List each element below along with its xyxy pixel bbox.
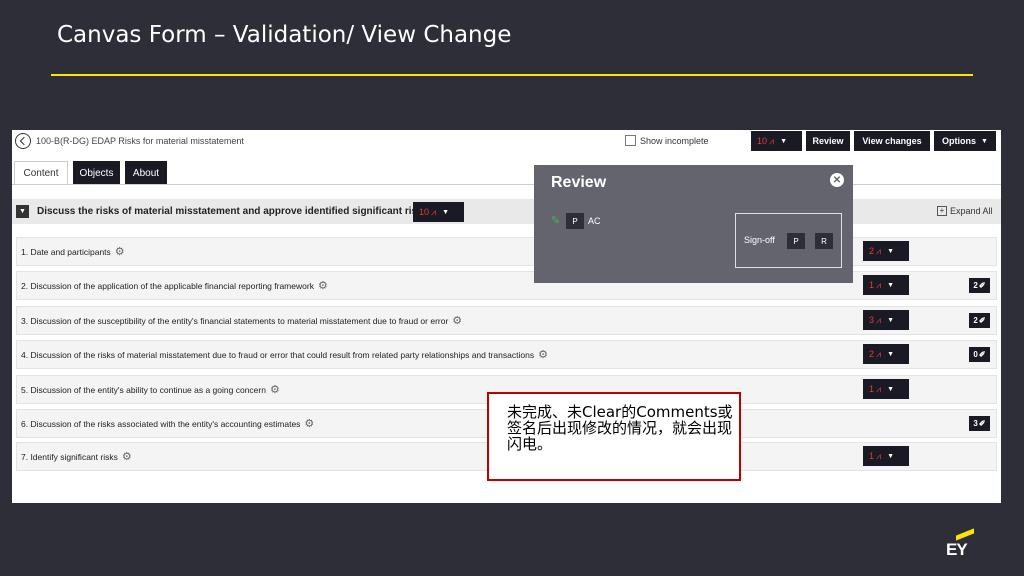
close-icon[interactable]: ✕ [830,173,844,187]
tab-about[interactable]: About [125,161,167,185]
item-validation-counter[interactable]: 1 ⩘ ▼ [863,379,909,399]
logo-text: EY [946,540,968,559]
counter-value: 2 [869,349,875,359]
item-label: 2. Discussion of the application of the … [21,281,314,291]
back-icon[interactable] [15,133,31,149]
gear-icon[interactable]: ⚙ [318,281,328,292]
signoff-preparer-button[interactable]: P [787,233,805,249]
show-incomplete-label: Show incomplete [640,135,709,146]
edit-icon: ✐ [978,350,986,359]
review-panel-title: Review [551,174,607,191]
expand-all-button[interactable]: + Expand All [937,206,993,216]
comment-count: 3 [973,419,978,428]
lightning-icon: ⩘ [876,450,882,461]
ey-logo: EY [946,528,976,560]
item-validation-counter[interactable]: 1 ⩘ ▼ [863,275,909,295]
edit-icon: ✐ [978,281,986,290]
counter-value: 1 [869,384,875,394]
counter-value: 3 [869,315,875,325]
edit-icon: ✐ [978,419,986,428]
tab-objects[interactable]: Objects [73,161,120,185]
chevron-down-icon: ▼ [442,208,450,216]
counter-value: 1 [869,280,875,290]
gear-icon[interactable]: ⚙ [538,350,548,361]
item-validation-counter[interactable]: 2 ⩘ ▼ [863,241,909,261]
item-label: 4. Discussion of the risks of material m… [21,350,535,360]
expand-all-label: Expand All [950,206,993,216]
counter-value: 1 [869,451,875,461]
gear-icon[interactable]: ⚙ [115,247,125,258]
review-button[interactable]: Review [806,131,850,151]
document-title: 100-B(R-DG) EDAP Risks for material miss… [36,136,244,146]
lightning-icon: ⩘ [876,245,882,256]
chevron-down-icon: ▼ [981,137,988,145]
annotation-text: 未完成、未Clear的Comments或签名后出现修改的情况，就会出现闪电。 [507,403,733,453]
lightning-icon: ⩘ [876,314,882,325]
plus-icon: + [937,206,947,216]
chevron-down-icon: ▼ [887,247,895,255]
top-toolbar: 100-B(R-DG) EDAP Risks for material miss… [12,130,1001,154]
comment-count-badge[interactable]: 0 ✐ [969,347,990,362]
item-label: 7. Identify significant risks [21,452,118,462]
signoff-reviewer-button[interactable]: R [815,233,833,249]
comment-count: 2 [973,281,978,290]
chevron-down-icon: ▼ [887,350,895,358]
comment-count-badge[interactable]: 3 ✐ [969,416,990,431]
collapse-icon[interactable]: ▼ [16,205,29,218]
chevron-down-icon: ▼ [887,281,895,289]
lightning-icon: ⩘ [876,383,882,394]
section-title: Discuss the risks of material misstateme… [37,206,429,217]
item-validation-counter[interactable]: 1 ⩘ ▼ [863,446,909,466]
comment-count: 2 [973,316,978,325]
lightning-icon: ⩘ [876,348,882,359]
item-label: 1. Date and participants [21,247,111,257]
signoff-box: Sign-off P R [735,213,842,268]
lightning-icon: ⩘ [431,206,437,217]
leaf-icon: ✎ [551,215,561,227]
slide-title: Canvas Form – Validation/ View Change [57,22,512,48]
item-validation-counter[interactable]: 3 ⩘ ▼ [863,310,909,330]
item-label: 3. Discussion of the susceptibility of t… [21,316,449,326]
edit-icon: ✐ [978,316,986,325]
counter-value: 10 [419,207,430,217]
options-label: Options [942,136,977,146]
counter-value: 10 [757,136,768,146]
review-panel: Review ✕ ✎ P AC Sign-off P R [534,165,853,283]
item-label: 5. Discussion of the entity's ability to… [21,385,266,395]
counter-value: 2 [869,246,875,256]
comment-count-badge[interactable]: 2 ✐ [969,313,990,328]
gear-icon[interactable]: ⚙ [122,452,132,463]
signoff-label: Sign-off [744,235,775,245]
chevron-down-icon: ▼ [780,137,788,145]
gear-icon[interactable]: ⚙ [304,419,314,430]
title-underline [51,74,973,76]
preparer-initials: AC [588,216,601,226]
gear-icon[interactable]: ⚙ [452,316,462,327]
comment-count: 0 [973,350,978,359]
preparer-button[interactable]: P [566,213,584,229]
lightning-icon: ⩘ [876,279,882,290]
show-incomplete-checkbox[interactable] [625,135,636,146]
lightning-icon: ⩘ [769,135,775,146]
chevron-down-icon: ▼ [887,316,895,324]
item-validation-counter[interactable]: 2 ⩘ ▼ [863,344,909,364]
chevron-down-icon: ▼ [887,385,895,393]
list-item[interactable]: 3. Discussion of the susceptibility of t… [16,306,997,335]
list-item[interactable]: 4. Discussion of the risks of material m… [16,340,997,369]
chevron-down-icon: ▼ [887,452,895,460]
show-incomplete-toggle[interactable]: Show incomplete [625,135,709,146]
item-label: 6. Discussion of the risks associated wi… [21,419,301,429]
comment-count-badge[interactable]: 2 ✐ [969,278,990,293]
view-changes-button[interactable]: View changes [854,131,930,151]
annotation-callout: 未完成、未Clear的Comments或签名后出现修改的情况，就会出现闪电。 [487,392,741,481]
section-validation-counter[interactable]: 10 ⩘ ▼ [413,202,464,222]
tab-content[interactable]: Content [14,161,68,185]
options-button[interactable]: Options ▼ [934,131,996,151]
logo-beam [956,528,974,541]
top-validation-counter[interactable]: 10 ⩘ ▼ [751,131,802,151]
gear-icon[interactable]: ⚙ [270,385,280,396]
